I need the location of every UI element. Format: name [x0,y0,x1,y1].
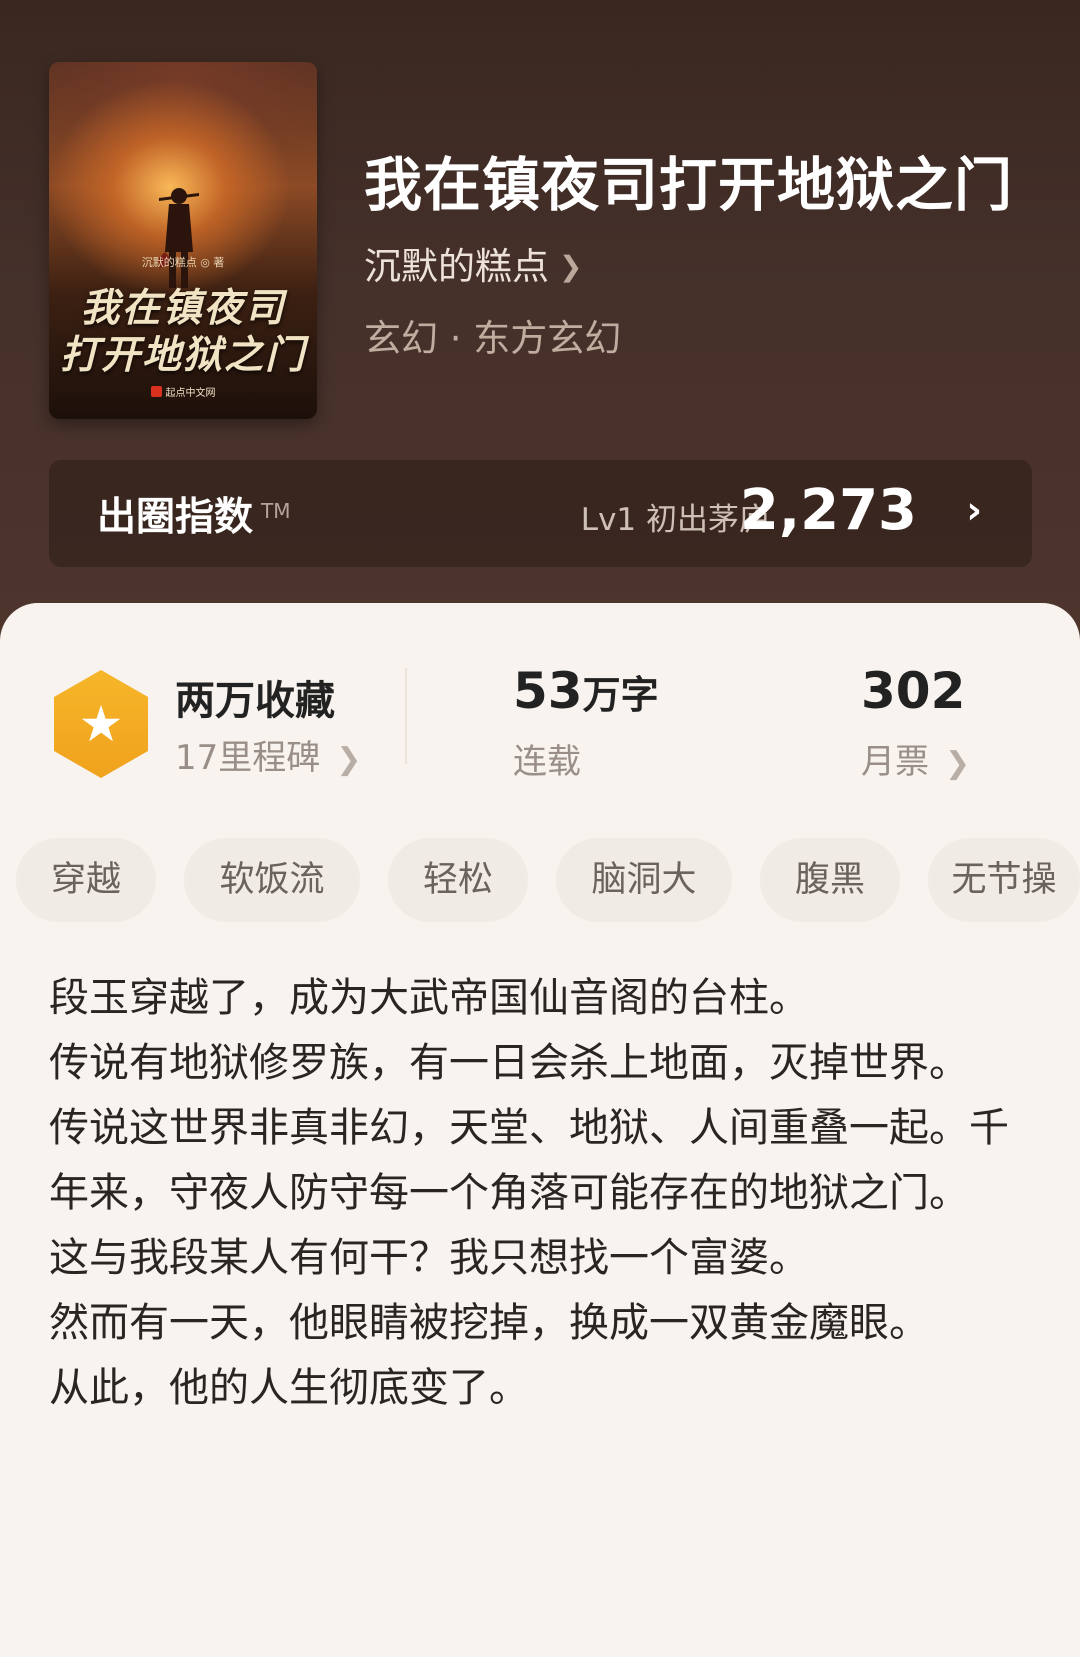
book-cover[interactable]: 沉默的糕点 ◎ 著 我在镇夜司 打开地狱之门 起点中文网 [49,62,317,419]
chevron-right-icon: › [966,488,982,532]
monthly-votes-count[interactable]: 302 [861,662,965,720]
book-header: 沉默的糕点 ◎ 著 我在镇夜司 打开地狱之门 起点中文网 我在镇夜司打开地狱之门… [0,0,1080,640]
milestone-text: 17里程碑 [175,738,321,778]
word-count: 53万字 [513,662,659,720]
chevron-right-icon: ❯ [559,250,583,283]
tag-chip[interactable]: 脑洞大 [556,838,732,922]
book-title: 我在镇夜司打开地狱之门 [364,151,1014,219]
synopsis-paragraph: 然而有一天，他眼睛被挖掉，换成一双黄金魔眼。 [49,1300,929,1346]
cover-title-line-2: 打开地狱之门 [59,332,306,378]
synopsis-paragraph: 传说这世界非真非幻，天堂、地狱、人间重叠一起。千年来，守夜人防守每一个角落可能存… [49,1105,1009,1216]
word-count-number: 53 [513,662,583,720]
influence-label-text: 出圈指数 [97,495,254,540]
stats-divider [405,668,407,764]
book-genre: 玄幻 · 东方玄幻 [364,317,622,360]
collection-count[interactable]: 两万收藏 [175,668,335,726]
cover-publisher-name: 起点中文网 [165,388,216,399]
serial-status: 连载 [513,742,581,782]
milestone-link[interactable]: 17里程碑 ❯ [175,730,361,779]
author-name: 沉默的糕点 [364,245,549,288]
chevron-right-icon: ❯ [945,746,971,781]
trademark-mark: TM [261,499,291,523]
synopsis-paragraph: 传说有地狱修罗族，有一日会杀上地面，灭掉世界。 [49,1040,969,1086]
tag-chip[interactable]: 软饭流 [184,838,360,922]
chevron-right-icon: ❯ [336,742,362,777]
cover-author-line: 沉默的糕点 ◎ 著 [141,256,225,269]
cover-warrior-figure [159,188,199,288]
monthly-votes-link[interactable]: 月票 ❯ [861,734,970,783]
influence-label: 出圈指数 TM [97,486,291,542]
monthly-votes-label: 月票 [861,742,929,782]
book-synopsis: 段玉穿越了，成为大武帝国仙音阁的台柱。 传说有地狱修罗族，有一日会杀上地面，灭掉… [49,966,1009,1421]
cover-publisher: 起点中文网 [49,384,317,399]
tag-chip[interactable]: 无节操 [928,838,1080,922]
synopsis-paragraph: 这与我段某人有何干？我只想找一个富婆。 [49,1235,809,1281]
tag-chip[interactable]: 轻松 [388,838,528,922]
influence-score: 2,273 [739,478,917,543]
influence-index-bar[interactable]: 出圈指数 TM Lv1 初出茅庐 2,273 › [49,460,1032,567]
publisher-logo-icon [150,386,162,397]
author-link[interactable]: 沉默的糕点 ❯ [364,236,582,290]
star-icon: ★ [78,695,124,753]
tag-chip[interactable]: 穿越 [16,838,156,922]
tag-chip[interactable]: 腹黑 [760,838,900,922]
word-count-unit: 万字 [582,673,659,717]
synopsis-paragraph: 从此，他的人生彻底变了。 [49,1365,529,1411]
synopsis-paragraph: 段玉穿越了，成为大武帝国仙音阁的台柱。 [49,975,809,1021]
